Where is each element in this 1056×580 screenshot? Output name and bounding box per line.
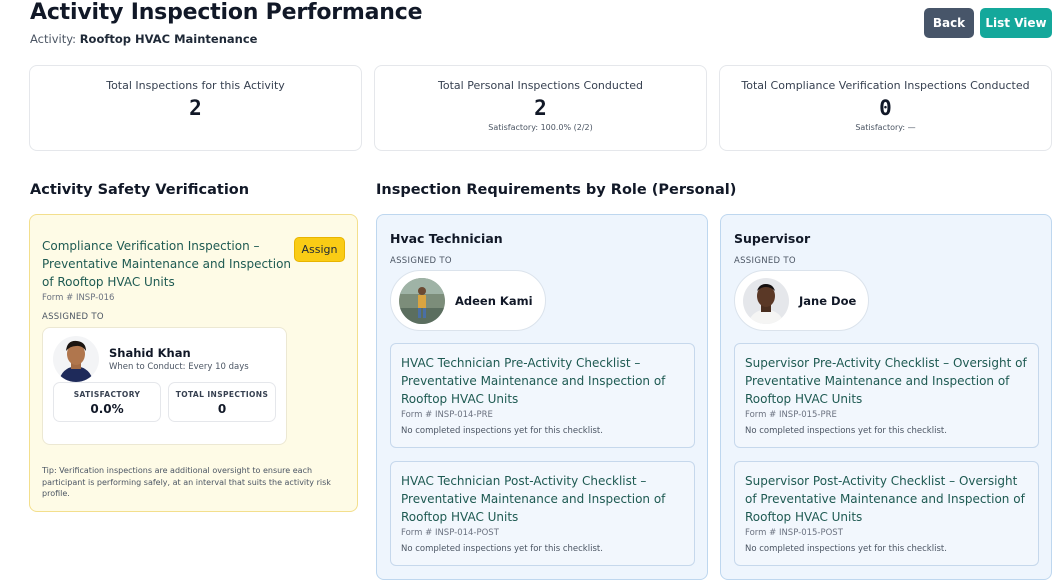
checklist-link[interactable]: Supervisor Post-Activity Checklist – Ove…	[745, 472, 1028, 526]
stat-value: 0	[879, 96, 892, 120]
checklist-card: Supervisor Pre-Activity Checklist – Over…	[734, 343, 1039, 448]
checklist-card: Supervisor Post-Activity Checklist – Ove…	[734, 461, 1039, 566]
role-title: Supervisor	[734, 231, 811, 246]
satisfactory-value: 0.0%	[90, 402, 124, 416]
total-inspections-metric: TOTAL INSPECTIONS 0	[168, 382, 276, 422]
stat-sub: Satisfactory: —	[855, 123, 916, 132]
stat-label: Total Inspections for this Activity	[106, 79, 285, 92]
role-panel-supervisor: Supervisor ASSIGNED TO Jane Doe Supervis…	[720, 214, 1052, 580]
role-title: Hvac Technician	[390, 231, 503, 246]
assigned-to-label: ASSIGNED TO	[390, 256, 452, 266]
checklist-status: No completed inspections yet for this ch…	[745, 426, 947, 436]
stat-card-compliance-inspections: Total Compliance Verification Inspection…	[719, 65, 1052, 151]
checklist-status: No completed inspections yet for this ch…	[401, 426, 603, 436]
assignee-pill[interactable]: Adeen Kami	[390, 270, 546, 331]
page-title: Activity Inspection Performance	[30, 0, 423, 25]
checklist-status: No completed inspections yet for this ch…	[401, 544, 603, 554]
stat-card-total-inspections: Total Inspections for this Activity 2	[29, 65, 362, 151]
assign-button[interactable]: Assign	[294, 237, 345, 262]
form-number: Form # INSP-015-POST	[745, 528, 843, 538]
stat-label: Total Personal Inspections Conducted	[438, 79, 643, 92]
safety-heading: Activity Safety Verification	[30, 182, 250, 198]
avatar	[743, 277, 789, 324]
total-inspections-label: TOTAL INSPECTIONS	[175, 390, 269, 399]
stat-value: 2	[534, 96, 547, 120]
tip-text: Tip: Verification inspections are additi…	[42, 466, 331, 498]
when-to-conduct: When to Conduct: Every 10 days	[109, 362, 249, 372]
stat-card-personal-inspections: Total Personal Inspections Conducted 2 S…	[374, 65, 707, 151]
form-number: Form # INSP-016	[42, 293, 115, 303]
satisfactory-label: SATISFACTORY	[73, 390, 141, 399]
stat-sub: Satisfactory: 100.0% (2/2)	[488, 123, 593, 132]
avatar	[399, 277, 445, 324]
form-number: Form # INSP-015-PRE	[745, 410, 837, 420]
checklist-link[interactable]: HVAC Technician Pre-Activity Checklist –…	[401, 354, 684, 408]
checklist-card: HVAC Technician Post-Activity Checklist …	[390, 461, 695, 566]
total-inspections-value: 0	[217, 402, 227, 416]
roles-heading: Inspection Requirements by Role (Persona…	[376, 182, 737, 198]
assignee-name: Jane Doe	[799, 293, 857, 308]
assigned-to-label: ASSIGNED TO	[42, 312, 104, 322]
assignee-name[interactable]: Shahid Khan	[109, 346, 249, 360]
activity-subtitle: Activity: Rooftop HVAC Maintenance	[30, 32, 257, 46]
avatar	[53, 336, 99, 382]
form-number: Form # INSP-014-POST	[401, 528, 499, 538]
checklist-link[interactable]: HVAC Technician Post-Activity Checklist …	[401, 472, 684, 526]
activity-name: Rooftop HVAC Maintenance	[79, 32, 258, 46]
stat-label: Total Compliance Verification Inspection…	[741, 79, 1030, 92]
stat-value: 2	[189, 96, 202, 120]
satisfactory-metric: SATISFACTORY 0.0%	[53, 382, 161, 422]
assignee-pill[interactable]: Jane Doe	[734, 270, 870, 331]
list-view-button[interactable]: List View	[980, 8, 1052, 38]
assignee-name: Adeen Kami	[455, 293, 533, 308]
safety-verification-panel: Compliance Verification Inspection – Pre…	[29, 214, 358, 512]
assigned-to-label: ASSIGNED TO	[734, 256, 796, 266]
role-panel-hvac-technician: Hvac Technician ASSIGNED TO Adeen Kami H…	[376, 214, 708, 580]
compliance-inspection-link[interactable]: Compliance Verification Inspection – Pre…	[42, 237, 292, 291]
checklist-link[interactable]: Supervisor Pre-Activity Checklist – Over…	[745, 354, 1028, 408]
back-button[interactable]: Back	[924, 8, 974, 38]
activity-label: Activity:	[30, 32, 77, 46]
checklist-status: No completed inspections yet for this ch…	[745, 544, 947, 554]
assignee-card: Shahid Khan When to Conduct: Every 10 da…	[42, 327, 287, 445]
form-number: Form # INSP-014-PRE	[401, 410, 493, 420]
checklist-card: HVAC Technician Pre-Activity Checklist –…	[390, 343, 695, 448]
